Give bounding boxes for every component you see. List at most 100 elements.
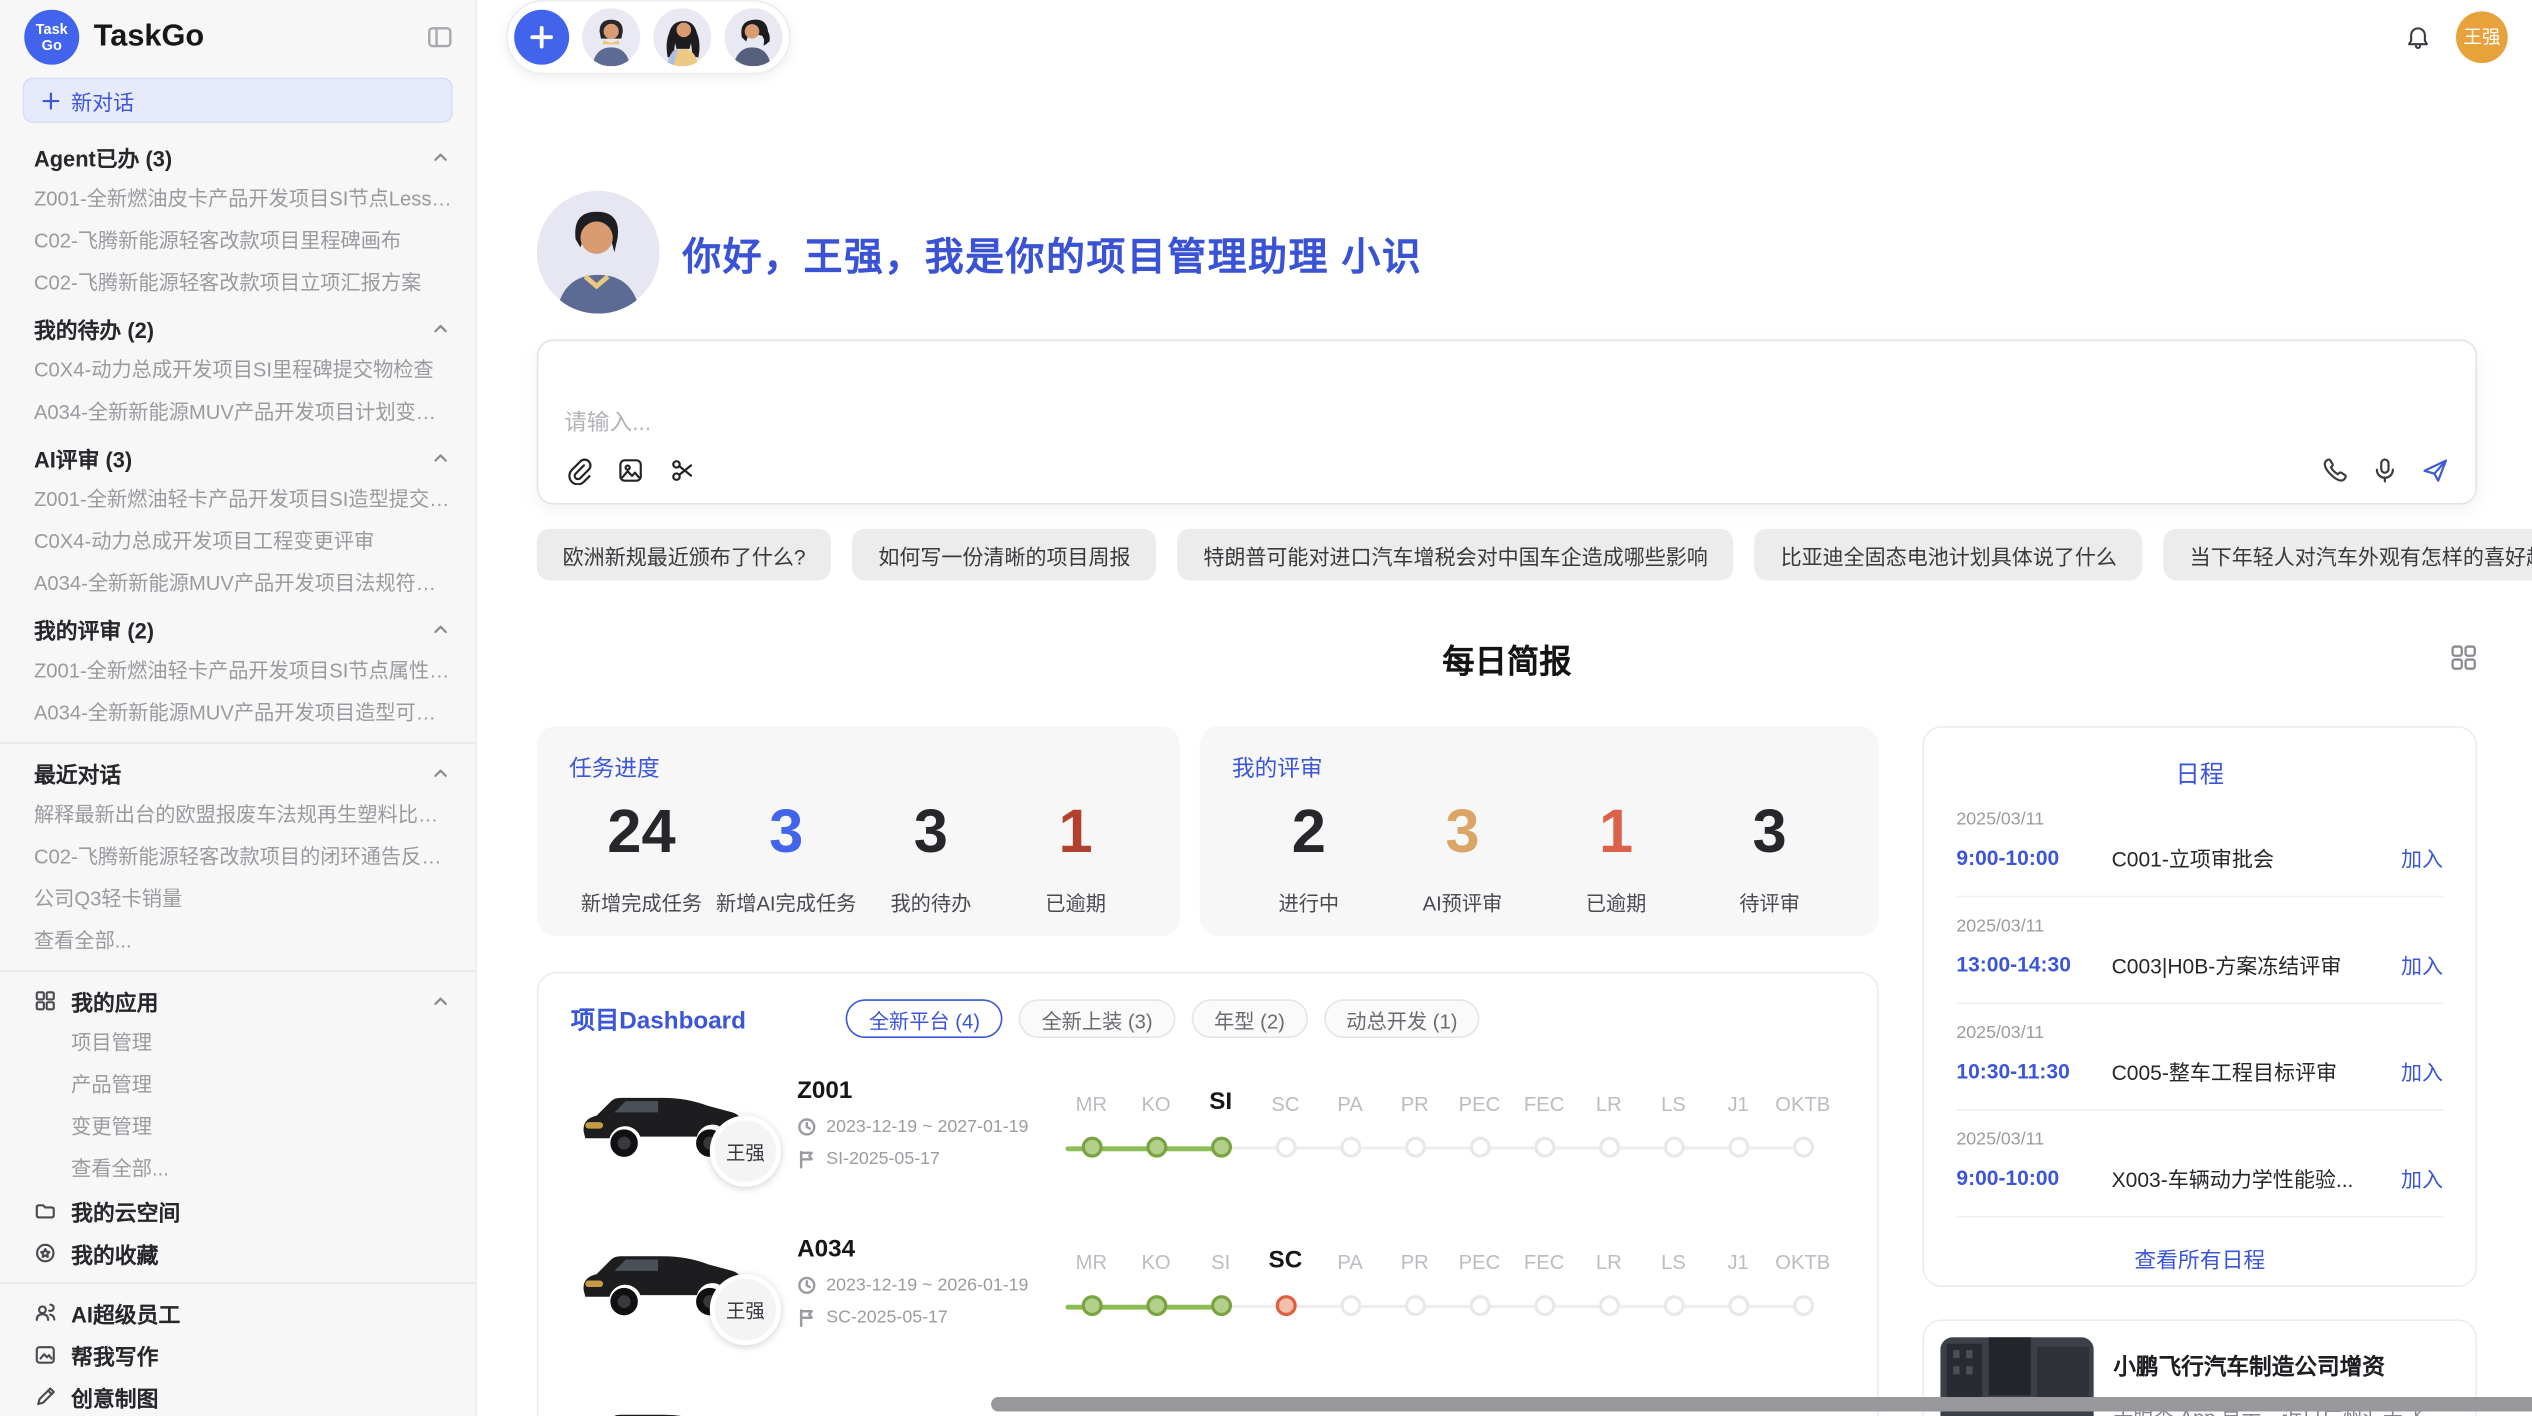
avatar[interactable] <box>724 8 782 66</box>
paperclip-icon[interactable] <box>564 456 593 485</box>
join-button[interactable]: 加入 <box>2401 842 2443 873</box>
sidebar-collapse-icon[interactable] <box>427 24 453 50</box>
metric-label: 待评审 <box>1693 886 1847 917</box>
milestone-dot <box>1404 1137 1425 1158</box>
section-my-review[interactable]: 我的评审 (2) <box>0 608 475 650</box>
tab-new-platform[interactable]: 全新平台 (4) <box>846 999 1002 1038</box>
schedule-event[interactable]: 2025/03/11 10:30-11:30 C005-整车工程目标评审 加入 <box>1956 1004 2443 1111</box>
divider <box>0 970 475 972</box>
milestone-label: OKTB <box>1775 1251 1830 1274</box>
sidebar-item[interactable]: C02-飞腾新能源轻客改款项目里程碑画布 <box>0 220 475 262</box>
microphone-icon[interactable] <box>2370 456 2399 485</box>
metric: 3 新增AI完成任务 <box>714 800 859 916</box>
section-my-todo[interactable]: 我的待办 (2) <box>0 307 475 349</box>
section-ai-review[interactable]: AI评审 (3) <box>0 437 475 479</box>
section-recent-chats[interactable]: 最近对话 <box>0 752 475 794</box>
app-item-project-mgmt[interactable]: 项目管理 <box>0 1022 475 1064</box>
sidebar-item[interactable]: A034-全新新能源MUV产品开发项目造型可行性评审 <box>0 692 475 734</box>
milestone-dot-done <box>1146 1137 1167 1158</box>
sidebar-item-creative-draw[interactable]: 创意制图 <box>0 1376 475 1416</box>
sidebar-item[interactable]: C0X4-动力总成开发项目工程变更评审 <box>0 521 475 563</box>
tab-year-model[interactable]: 年型 (2) <box>1191 999 1307 1038</box>
avatar[interactable] <box>582 8 640 66</box>
app-item-product-mgmt[interactable]: 产品管理 <box>0 1064 475 1106</box>
sidebar-item-my-apps[interactable]: 我的应用 <box>0 980 475 1022</box>
sidebar-item-favorites[interactable]: 我的收藏 <box>0 1232 475 1274</box>
sidebar-item[interactable]: Z001-全新燃油轻卡产品开发项目SI节点属性5D文件评审 <box>0 650 475 692</box>
divider <box>0 742 475 744</box>
scissors-icon[interactable] <box>668 456 697 485</box>
event-time: 9:00-10:00 <box>1956 1166 2111 1190</box>
sidebar-item[interactable]: Z001-全新燃油轻卡产品开发项目SI造型提交物评审 <box>0 479 475 521</box>
section-agent-done[interactable]: Agent已办 (3) <box>0 136 475 178</box>
chevron-up-icon[interactable] <box>432 992 450 1010</box>
project-row[interactable]: 王强 Z001 2023-12-19 ~ 2027-01-19 <box>571 1067 1845 1225</box>
milestone-label: KO <box>1141 1251 1170 1274</box>
schedule-event[interactable]: 2025/03/11 9:00-10:00 C001-立项审批会 加入 <box>1956 791 2443 898</box>
horizontal-scrollbar-thumb[interactable] <box>991 1397 2532 1412</box>
sidebar-item-cloud-space[interactable]: 我的云空间 <box>0 1190 475 1232</box>
image-icon[interactable] <box>616 456 645 485</box>
sidebar-item[interactable]: A034-全新新能源MUV产品开发项目法规符合性评审 <box>0 563 475 605</box>
bell-icon[interactable] <box>2404 23 2431 50</box>
milestone-dot <box>1469 1295 1490 1316</box>
metric-label: 进行中 <box>1232 886 1386 917</box>
chevron-up-icon[interactable] <box>432 764 450 782</box>
flag-icon <box>797 1150 816 1169</box>
new-chat-label: 新对话 <box>71 85 134 116</box>
project-flag: SC-2025-05-17 <box>826 1308 948 1327</box>
schedule-event[interactable]: 2025/03/11 13:00-14:30 C003|H0B-方案冻结评审 加… <box>1956 897 2443 1004</box>
topbar: 王强 <box>477 0 2532 74</box>
new-chat-button[interactable]: 新对话 <box>23 78 453 123</box>
suggestion-chip[interactable]: 欧洲新规最近颁布了什么? <box>537 529 832 581</box>
sidebar-item[interactable]: C02-飞腾新能源轻客改款项目立项汇报方案 <box>0 262 475 304</box>
user-avatar[interactable]: 王强 <box>2456 11 2508 63</box>
metric-value: 2 <box>1232 800 1386 865</box>
chevron-up-icon[interactable] <box>432 449 450 467</box>
recent-chat-item[interactable]: C02-飞腾新能源轻客改款项目的闭环通告反馈情况 <box>0 836 475 878</box>
join-button[interactable]: 加入 <box>2401 1056 2443 1087</box>
sidebar-item[interactable]: A034-全新新能源MUV产品开发项目计划变更表编写 <box>0 391 475 433</box>
section-label: AI评审 (3) <box>34 441 132 473</box>
chevron-up-icon[interactable] <box>432 319 450 337</box>
app-item-change-mgmt[interactable]: 变更管理 <box>0 1106 475 1148</box>
chevron-up-icon[interactable] <box>432 148 450 166</box>
view-all-apps[interactable]: 查看全部... <box>0 1148 475 1190</box>
recent-chat-item[interactable]: 公司Q3轻卡销量 <box>0 878 475 920</box>
sidebar-item[interactable]: C0X4-动力总成开发项目SI里程碑提交物检查 <box>0 349 475 391</box>
project-row[interactable]: 王强 A034 2023-12-19 ~ 2026-01-19 <box>571 1226 1845 1384</box>
suggestion-chip[interactable]: 当下年轻人对汽车外观有怎样的喜好趋势 <box>2164 529 2532 581</box>
join-button[interactable]: 加入 <box>2401 1163 2443 1194</box>
schedule-card: 日程 2025/03/11 9:00-10:00 C001-立项审批会 加入 2… <box>1922 726 2477 1287</box>
view-all-chats[interactable]: 查看全部... <box>0 920 475 962</box>
briefing-header: 每日简报 <box>537 639 2477 678</box>
milestone-label: PEC <box>1459 1093 1501 1116</box>
suggestion-chip[interactable]: 如何写一份清晰的项目周报 <box>852 529 1156 581</box>
milestone-rail: MR KO SI SC PA PR PEC FEC LR <box>1059 1067 1845 1159</box>
horizontal-scrollbar[interactable] <box>991 1397 2532 1412</box>
avatar[interactable] <box>653 8 711 66</box>
add-member-button[interactable] <box>514 10 569 65</box>
layout-grid-icon[interactable] <box>2450 644 2477 671</box>
milestone-dot <box>1728 1137 1749 1158</box>
milestone-dot <box>1663 1295 1684 1316</box>
sidebar-item-help-write[interactable]: 帮我写作 <box>0 1334 475 1376</box>
tab-powertrain[interactable]: 动总开发 (1) <box>1324 999 1480 1038</box>
milestone-label: SI <box>1211 1251 1230 1274</box>
phone-icon[interactable] <box>2320 456 2349 485</box>
metric-value: 3 <box>1386 800 1540 865</box>
view-all-schedule[interactable]: 查看所有日程 <box>1956 1242 2443 1274</box>
sidebar-item[interactable]: Z001-全新燃油皮卡产品开发项目SI节点Lesson Learn报告 <box>0 178 475 220</box>
schedule-event[interactable]: 2025/03/11 9:00-10:00 X003-车辆动力学性能验... 加… <box>1956 1111 2443 1218</box>
chevron-up-icon[interactable] <box>432 620 450 638</box>
recent-chat-item[interactable]: 解释最新出台的欧盟报废车法规再生塑料比例被调至15%... <box>0 794 475 836</box>
join-button[interactable]: 加入 <box>2401 949 2443 980</box>
composer: 请输入... <box>537 340 2477 505</box>
tab-new-body[interactable]: 全新上装 (3) <box>1019 999 1175 1038</box>
plus-icon <box>530 26 553 49</box>
suggestion-chip[interactable]: 特朗普可能对进口汽车增税会对中国车企造成哪些影响 <box>1177 529 1733 581</box>
chat-input[interactable]: 请输入... <box>564 406 2449 438</box>
suggestion-chip[interactable]: 比亚迪全固态电池计划具体说了什么 <box>1755 529 2143 581</box>
send-icon[interactable] <box>2420 456 2449 485</box>
sidebar-item-ai-staff[interactable]: AI超级员工 <box>0 1292 475 1334</box>
